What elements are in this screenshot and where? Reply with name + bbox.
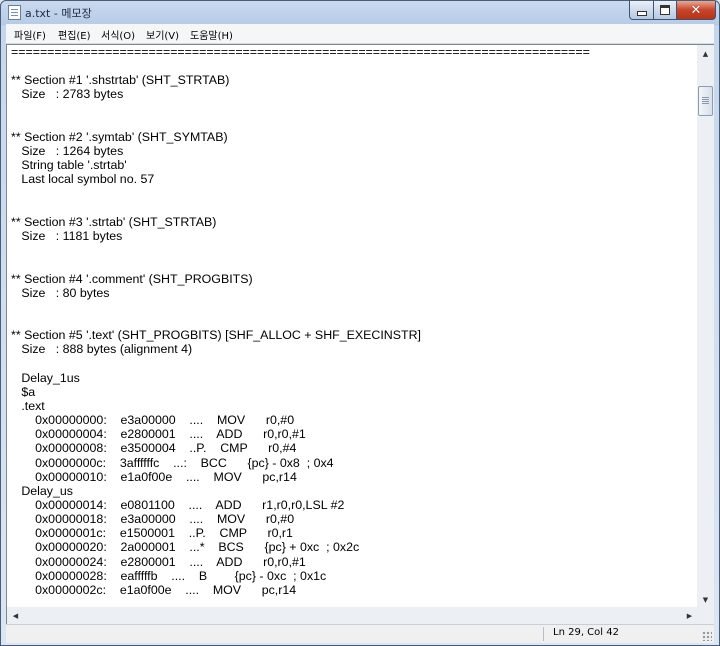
vertical-scrollbar[interactable]: ▲ ▼ [697, 44, 714, 608]
title-bar[interactable]: a.txt - 메모장 ✕ [1, 1, 719, 23]
text-line: 0x00000018: e3a00000 .... MOV r0,#0 [11, 512, 295, 527]
vertical-scroll-thumb[interactable] [698, 86, 713, 116]
text-line: 0x0000002c: e1a0f00e .... MOV pc,r14 [11, 582, 297, 597]
notepad-window: a.txt - 메모장 ✕ 파일(F) 편집(E) 서식(O) 보기(V) 도움… [0, 0, 720, 646]
close-icon: ✕ [690, 2, 702, 18]
menu-view[interactable]: 보기(V) [146, 27, 179, 42]
window-title: a.txt - 메모장 [25, 7, 92, 20]
notepad-icon[interactable] [8, 5, 21, 20]
text-line: ** Section #1 '.shstrtab' (SHT_STRTAB) [11, 73, 230, 88]
text-line: ** Section #2 '.symtab' (SHT_SYMTAB) [11, 129, 228, 144]
scroll-left-arrow-icon[interactable]: ◀ [7, 607, 24, 624]
menu-edit[interactable]: 편집(E) [58, 27, 91, 42]
text-line: 0x00000024: e2800001 .... ADD r0,r0,#1 [11, 554, 306, 569]
menu-format[interactable]: 서식(O) [101, 27, 135, 42]
menu-file[interactable]: 파일(F) [14, 27, 46, 42]
scroll-right-arrow-icon[interactable]: ▶ [681, 607, 698, 624]
scroll-up-arrow-icon[interactable]: ▲ [697, 45, 714, 62]
horizontal-scrollbar[interactable]: ◀ ▶ [6, 607, 698, 624]
close-button[interactable]: ✕ [676, 1, 716, 20]
text-line: 0x00000014: e0801100 .... ADD r1,r0,r0,L… [11, 498, 345, 512]
cursor-position: Ln 29, Col 42 [553, 627, 619, 638]
text-line: 0x0000000c: 3affffffc ...: BCC {pc} - 0x… [11, 455, 334, 470]
text-line: ** Section #3 '.strtab' (SHT_STRTAB) [11, 214, 217, 229]
text-line: Delay_us [11, 483, 73, 498]
text-line: Delay_1us [11, 370, 80, 385]
menu-help[interactable]: 도움말(H) [190, 27, 233, 42]
text-line: 0x0000001c: e1500001 ..P. CMP r0,r1 [11, 526, 293, 541]
text-line: Size : 1181 bytes [11, 229, 123, 244]
text-line: Size : 2783 bytes [11, 87, 124, 102]
status-divider [543, 627, 544, 641]
text-line: Last local symbol no. 57 [11, 172, 155, 187]
text-line: 0x00000020: 2a000001 ...* BCS {pc} + 0xc… [11, 540, 360, 555]
status-bar: Ln 29, Col 42 [6, 624, 714, 643]
maximize-button[interactable] [653, 1, 677, 20]
text-line: 0x00000008: e3500004 ..P. CMP r0,#4 [11, 441, 297, 456]
text-line: String table '.strtab' [11, 158, 127, 173]
scrollbar-corner [697, 607, 714, 624]
maximize-icon [660, 5, 670, 15]
resize-grip-icon[interactable] [702, 631, 712, 641]
minimize-button[interactable] [629, 1, 655, 20]
text-line: 0x00000000: e3a00000 .... MOV r0,#0 [11, 413, 295, 428]
text-line: 0x00000004: e2800001 .... ADD r0,r0,#1 [11, 427, 306, 442]
text-line: ========================================… [11, 45, 590, 59]
editor-text[interactable]: ========================================… [7, 45, 698, 597]
text-editor[interactable]: ========================================… [6, 44, 698, 608]
text-line: $a [11, 384, 36, 399]
scroll-down-arrow-icon[interactable]: ▼ [697, 591, 714, 608]
text-line: .text [11, 398, 45, 413]
text-line: 0x00000028: eafffffb .... B {pc} - 0xc ;… [11, 568, 327, 583]
text-line: ** Section #5 '.text' (SHT_PROGBITS) [SH… [11, 328, 421, 343]
minimize-icon [637, 11, 647, 16]
text-line: ** Section #4 '.comment' (SHT_PROGBITS) [11, 271, 253, 286]
text-line: Size : 80 bytes [11, 285, 110, 300]
text-line: 0x00000010: e1a0f00e .... MOV pc,r14 [11, 469, 297, 484]
text-line: Size : 1264 bytes [11, 144, 124, 159]
text-line: Size : 888 bytes (alignment 4) [11, 342, 193, 357]
menu-bar: 파일(F) 편집(E) 서식(O) 보기(V) 도움말(H) [6, 24, 714, 44]
